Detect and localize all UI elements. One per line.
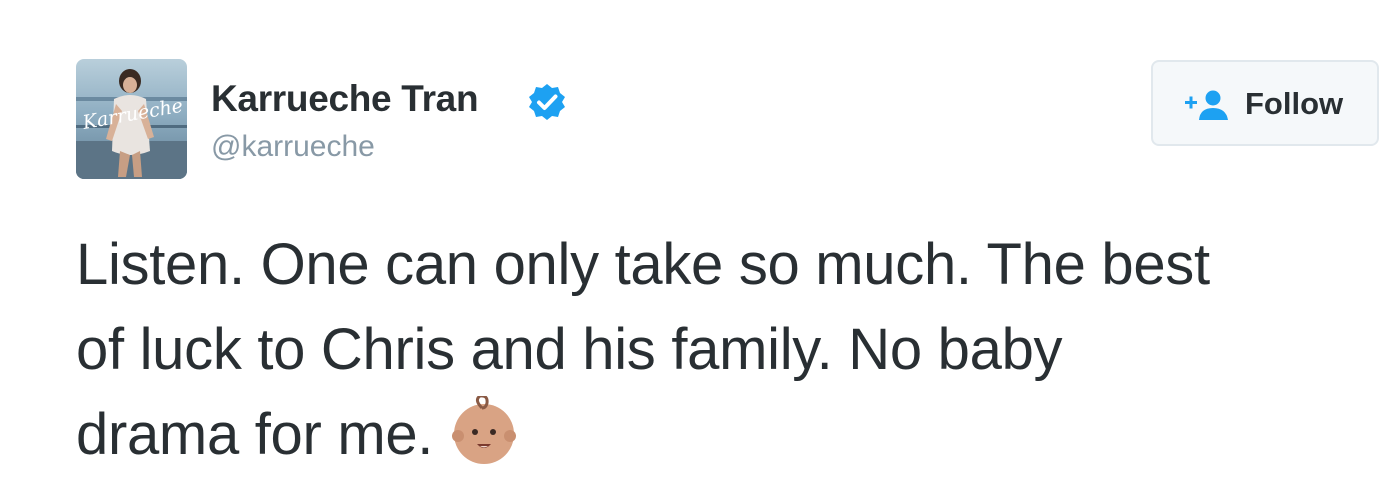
tweet-line-text: drama for me.: [76, 402, 434, 467]
verified-badge-icon: [529, 84, 565, 120]
tweet-line: of luck to Chris and his family. No baby: [76, 317, 1063, 382]
handle[interactable]: @karrueche: [211, 130, 375, 164]
baby-emoji: [451, 396, 516, 464]
tweet-line-last: drama for me.: [76, 392, 1376, 477]
avatar[interactable]: Karrueche: [76, 59, 187, 179]
follow-label: Follow: [1245, 86, 1344, 121]
add-user-icon: [1185, 90, 1228, 120]
display-name[interactable]: Karrueche Tran: [211, 78, 479, 120]
follow-button[interactable]: Follow: [1151, 60, 1379, 146]
tweet-text: Listen. One can only take so much. The b…: [76, 222, 1376, 477]
tweet-line: Listen. One can only take so much. The b…: [76, 232, 1210, 297]
profile-photo: Karrueche: [76, 59, 187, 179]
